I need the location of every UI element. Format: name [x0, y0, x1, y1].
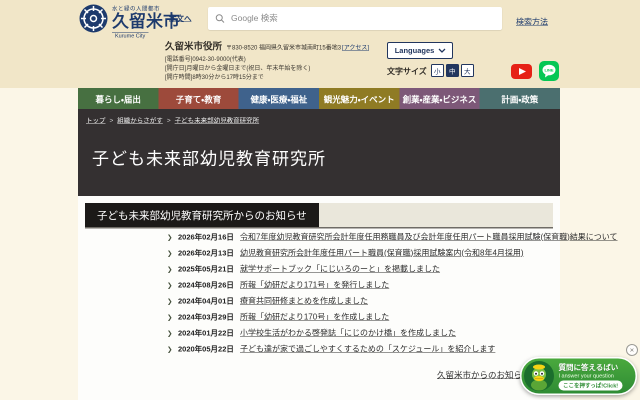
news-date: 2024年01月22日: [178, 328, 229, 339]
chevron-right-icon: ❯: [167, 346, 178, 354]
chevron-right-icon: ❯: [167, 330, 178, 338]
news-section-header: 子ども未来部幼児教育研究所からのお知らせ: [85, 203, 553, 229]
chevron-right-icon: ❯: [167, 234, 178, 242]
page-title: 子ども未来部幼児教育研究所: [92, 145, 326, 170]
news-link[interactable]: 就学サポートブック「にじいろのーと」を掲載しました: [240, 262, 440, 274]
city-name-en: Kurume City: [112, 33, 148, 40]
office-address: 〒830-8520 福岡県久留米市城南町15番地3: [226, 43, 341, 52]
chatbot-title: 質問に答えるばい: [559, 362, 619, 373]
font-size-label: 文字サイズ: [387, 65, 427, 77]
search-method-link[interactable]: 検索方法: [516, 15, 548, 27]
search-input[interactable]: [230, 13, 495, 24]
nav-item-sogyo[interactable]: 創業・産業・ビジネス: [399, 88, 479, 109]
news-link[interactable]: 小学校生活がわかる啓発誌「にじのかけ橋」を作成しました: [240, 326, 456, 338]
news-link[interactable]: 療育共同研修まとめを作成しました: [240, 294, 368, 306]
office-phone: [電話番号]0942-30-9000(代表): [165, 55, 369, 64]
news-link[interactable]: 所報「幼研だより171号」を発行しました: [240, 278, 389, 290]
font-size-large-button[interactable]: 大: [461, 64, 474, 77]
city-tagline: 水と緑の人間都市: [112, 6, 160, 12]
breadcrumb-link[interactable]: 組織からさがす: [117, 117, 163, 125]
nav-item-kurashi[interactable]: 暮らし・届出: [78, 88, 158, 109]
breadcrumb-separator: >: [167, 117, 171, 125]
kuruppa-mascot-icon: [524, 361, 555, 392]
chevron-right-icon: ❯: [167, 282, 178, 290]
breadcrumb-separator: >: [110, 117, 114, 125]
chatbot-cta-label: ここを押すっぱ!Click!: [559, 380, 623, 390]
nav-item-kenko[interactable]: 健康・医療・福祉: [239, 88, 319, 109]
close-icon[interactable]: ×: [626, 344, 638, 356]
news-date: 2020年05月22日: [178, 344, 229, 355]
news-item: ❯2020年05月22日子ども達が家で過ごしやすくするための「スケジュール」を紹…: [78, 342, 560, 358]
chatbot-widget: × 質問に答えるばい I answer your question ここを押すっ…: [520, 344, 640, 398]
news-item: ❯2024年04月01日療育共同研修まとめを作成しました: [78, 294, 560, 310]
skip-to-content-link[interactable]: 本文へ: [169, 13, 192, 24]
news-date: 2026年02月16日: [178, 232, 229, 243]
chevron-right-icon: ❯: [167, 298, 178, 306]
chevron-right-icon: ❯: [167, 250, 178, 258]
news-item: ❯2024年03月29日所報「幼研だより170号」を作成しました: [78, 310, 560, 326]
news-date: 2025年05月21日: [178, 264, 229, 275]
nav-item-kosodate[interactable]: 子育て・教育: [158, 88, 238, 109]
news-link[interactable]: 所報「幼研だより170号」を作成しました: [240, 310, 389, 322]
news-section-heading: 子ども未来部幼児教育研究所からのお知らせ: [85, 203, 319, 227]
nav-item-kanko[interactable]: 観光魅力・イベント: [319, 88, 399, 109]
news-date: 2024年08月26日: [178, 280, 229, 291]
breadcrumb: トップ>組織からさがす>子ども未来部幼児教育研究所: [86, 115, 259, 125]
line-icon[interactable]: LINE: [539, 61, 559, 84]
news-link[interactable]: 幼児教育研究所会計年度任用パート職員(保育職)採用試験案内(令和8年4月採用): [240, 246, 524, 258]
news-date: 2024年04月01日: [178, 296, 229, 307]
news-item: ❯2026年02月16日令和7年度幼児教育研究所会計年度任用務職員及び会計年度任…: [78, 230, 560, 246]
svg-text:LINE: LINE: [544, 68, 553, 73]
youtube-icon[interactable]: [511, 64, 532, 82]
font-size-small-button[interactable]: 小: [431, 64, 444, 77]
chevron-down-icon: [438, 48, 445, 53]
page: 水と緑の人間都市 久留米市 Kurume City 本文へ 検索方法 久留米市役…: [0, 0, 640, 400]
search-icon: [215, 14, 225, 24]
news-item: ❯2024年08月26日所報「幼研だより171号」を発行しました: [78, 278, 560, 294]
news-item: ❯2024年01月22日小学校生活がわかる啓発誌「にじのかけ橋」を作成しました: [78, 326, 560, 342]
breadcrumb-link[interactable]: トップ: [86, 117, 106, 125]
chatbot-subtitle: I answer your question: [559, 373, 614, 379]
news-date: 2024年03月29日: [178, 312, 229, 323]
news-date: 2026年02月13日: [178, 248, 229, 259]
chevron-right-icon: ❯: [167, 314, 178, 322]
news-link[interactable]: 令和7年度幼児教育研究所会計年度任用務職員及び会計年度任用パート職員採用試験(保…: [240, 230, 618, 242]
city-news-link[interactable]: 久留米市からのお知らせ: [437, 368, 530, 381]
news-link[interactable]: 子ども達が家で過ごしやすくするための「スケジュール」を紹介します: [240, 342, 495, 354]
office-open-days: [開庁日]月曜日から金曜日まで(祝日、年末年始を除く): [165, 64, 369, 73]
main-nav: 暮らし・届出子育て・教育健康・医療・福祉観光魅力・イベント創業・産業・ビジネス計…: [78, 88, 560, 109]
site-logo[interactable]: 水と緑の人間都市 久留米市 Kurume City: [79, 4, 180, 40]
news-item: ❯2025年05月21日就学サポートブック「にじいろのーと」を掲載しました: [78, 262, 560, 278]
office-open-hours: [開庁時間]8時30分から17時15分まで: [165, 73, 369, 82]
breadcrumb-link[interactable]: 子ども未来部幼児教育研究所: [175, 117, 260, 125]
page-header-band: トップ>組織からさがす>子ども未来部幼児教育研究所 子ども未来部幼児教育研究所: [78, 109, 560, 196]
news-list: ❯2026年02月16日令和7年度幼児教育研究所会計年度任用務職員及び会計年度任…: [78, 230, 560, 358]
city-office-info: 久留米市役所 〒830-8520 福岡県久留米市城南町15番地3 [アクセス] …: [165, 39, 369, 82]
news-item: ❯2026年02月13日幼児教育研究所会計年度任用パート職員(保育職)採用試験案…: [78, 246, 560, 262]
office-name: 久留米市役所: [165, 39, 222, 53]
chatbot-button[interactable]: 質問に答えるばい I answer your question ここを押すっぱ!…: [520, 357, 637, 395]
search-box: [208, 7, 502, 30]
chevron-right-icon: ❯: [167, 266, 178, 274]
city-emblem-icon: [79, 4, 108, 33]
access-link[interactable]: [アクセス]: [342, 43, 369, 52]
languages-dropdown[interactable]: Languages: [387, 42, 453, 59]
nav-item-keikaku[interactable]: 計画・政策: [480, 88, 560, 109]
languages-label: Languages: [395, 46, 435, 55]
font-size-medium-button[interactable]: 中: [446, 64, 459, 77]
font-size-control: 文字サイズ 小 中 大: [387, 64, 476, 77]
content-panel: 子ども未来部幼児教育研究所からのお知らせ ❯2026年02月16日令和7年度幼児…: [78, 196, 560, 400]
